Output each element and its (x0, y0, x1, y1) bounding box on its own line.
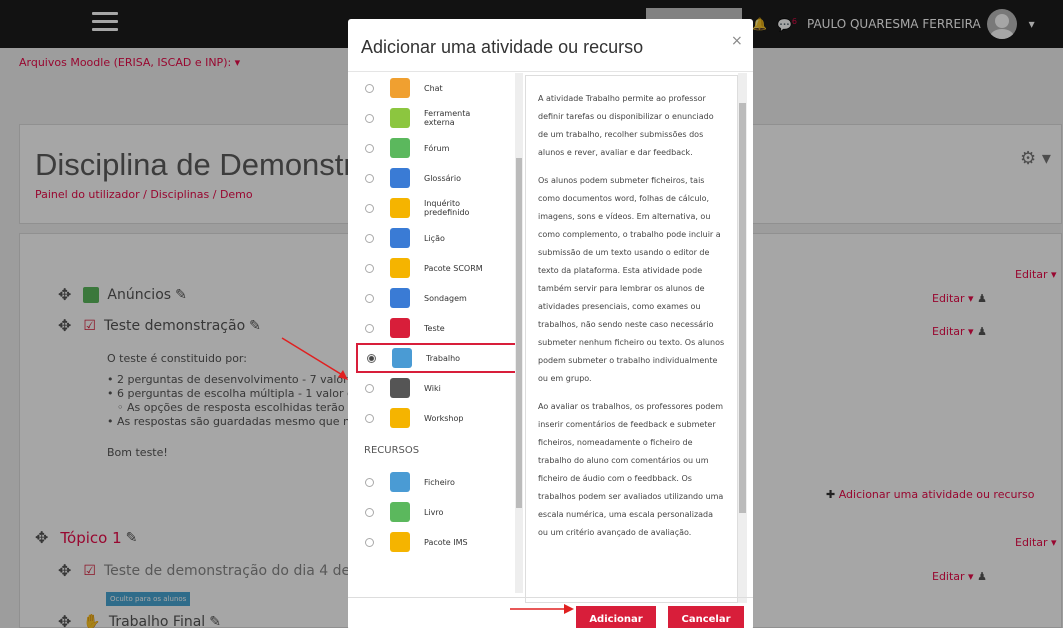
option-li-o[interactable]: Lição (356, 223, 522, 253)
option-livro[interactable]: Livro (356, 497, 522, 527)
ims-icon (390, 532, 410, 552)
assignment-icon (392, 348, 412, 368)
glossary-icon (390, 168, 410, 188)
annotation-arrow (281, 337, 348, 380)
radio-button[interactable] (365, 537, 374, 547)
option-label[interactable]: Workshop (424, 414, 463, 423)
option-label[interactable]: Pacote IMS (424, 538, 468, 547)
option-chat[interactable]: Chat (356, 73, 522, 103)
add-activity-dialog: Adicionar uma atividade ou recurso × Cha… (348, 19, 753, 628)
option-trabalho[interactable]: Trabalho (356, 343, 522, 373)
close-icon[interactable]: × (731, 33, 743, 49)
option-label[interactable]: Fórum (424, 144, 449, 153)
option-label[interactable]: Inquérito predefinido (424, 199, 494, 217)
book-icon (390, 502, 410, 522)
activity-list[interactable]: Chat Ferramenta externa Fórum Glossário Inqu… (356, 73, 522, 603)
option-label[interactable]: Teste (424, 324, 445, 333)
forum-icon (390, 138, 410, 158)
option-pacote-ims[interactable]: Pacote IMS (356, 527, 522, 557)
option-workshop[interactable]: Workshop (356, 403, 522, 433)
option-ferramenta-externa[interactable]: Ferramenta externa (356, 103, 522, 133)
lesson-icon (390, 228, 410, 248)
survey-icon (390, 198, 410, 218)
annotation-arrow (510, 604, 574, 614)
chat-icon (390, 78, 410, 98)
option-label[interactable]: Trabalho (426, 354, 460, 363)
wiki-icon (390, 378, 410, 398)
option-label[interactable]: Ferramenta externa (424, 109, 494, 127)
option-label[interactable]: Glossário (424, 174, 461, 183)
radio-button[interactable] (365, 233, 374, 243)
radio-button[interactable] (365, 477, 374, 487)
file-icon (390, 472, 410, 492)
radio-button[interactable] (365, 263, 374, 273)
description-paragraph: Os alunos podem submeter ficheiros, tais… (538, 176, 725, 383)
puzzle-icon (390, 108, 410, 128)
radio-button[interactable] (365, 143, 374, 153)
description-paragraph: Ao avaliar os trabalhos, os professores … (538, 402, 724, 537)
radio-button[interactable] (365, 173, 374, 183)
workshop-icon (390, 408, 410, 428)
radio-button[interactable] (365, 413, 374, 423)
description-scrollbar[interactable] (738, 73, 747, 603)
scorm-icon (390, 258, 410, 278)
option-inqu-rito-predefinido[interactable]: Inquérito predefinido (356, 193, 522, 223)
radio-button[interactable] (367, 353, 376, 363)
option-label[interactable]: Lição (424, 234, 445, 243)
resources-header: RECURSOS (364, 444, 420, 456)
option-f-rum[interactable]: Fórum (356, 133, 522, 163)
option-teste[interactable]: Teste (356, 313, 522, 343)
divider (348, 71, 753, 72)
option-pacote-scorm[interactable]: Pacote SCORM (356, 253, 522, 283)
add-button[interactable]: Adicionar (576, 606, 656, 628)
question-icon (390, 288, 410, 308)
quiz-icon (390, 318, 410, 338)
dialog-title: Adicionar uma atividade ou recurso (361, 37, 644, 57)
option-label[interactable]: Wiki (424, 384, 441, 393)
option-gloss-rio[interactable]: Glossário (356, 163, 522, 193)
radio-button[interactable] (365, 83, 374, 93)
description-paragraph: A atividade Trabalho permite ao professo… (538, 94, 714, 157)
radio-button[interactable] (365, 383, 374, 393)
option-label[interactable]: Ficheiro (424, 478, 455, 487)
list-scrollbar[interactable] (515, 73, 523, 593)
radio-button[interactable] (365, 323, 374, 333)
radio-button[interactable] (365, 293, 374, 303)
option-label[interactable]: Livro (424, 508, 443, 517)
cancel-button[interactable]: Cancelar (668, 606, 744, 628)
option-wiki[interactable]: Wiki (356, 373, 522, 403)
radio-button[interactable] (365, 203, 374, 213)
option-label[interactable]: Sondagem (424, 294, 467, 303)
radio-button[interactable] (365, 507, 374, 517)
option-label[interactable]: Chat (424, 84, 443, 93)
option-ficheiro[interactable]: Ficheiro (356, 467, 522, 497)
option-sondagem[interactable]: Sondagem (356, 283, 522, 313)
activity-description: A atividade Trabalho permite ao professo… (525, 75, 738, 603)
radio-button[interactable] (365, 113, 374, 123)
option-label[interactable]: Pacote SCORM (424, 264, 483, 273)
